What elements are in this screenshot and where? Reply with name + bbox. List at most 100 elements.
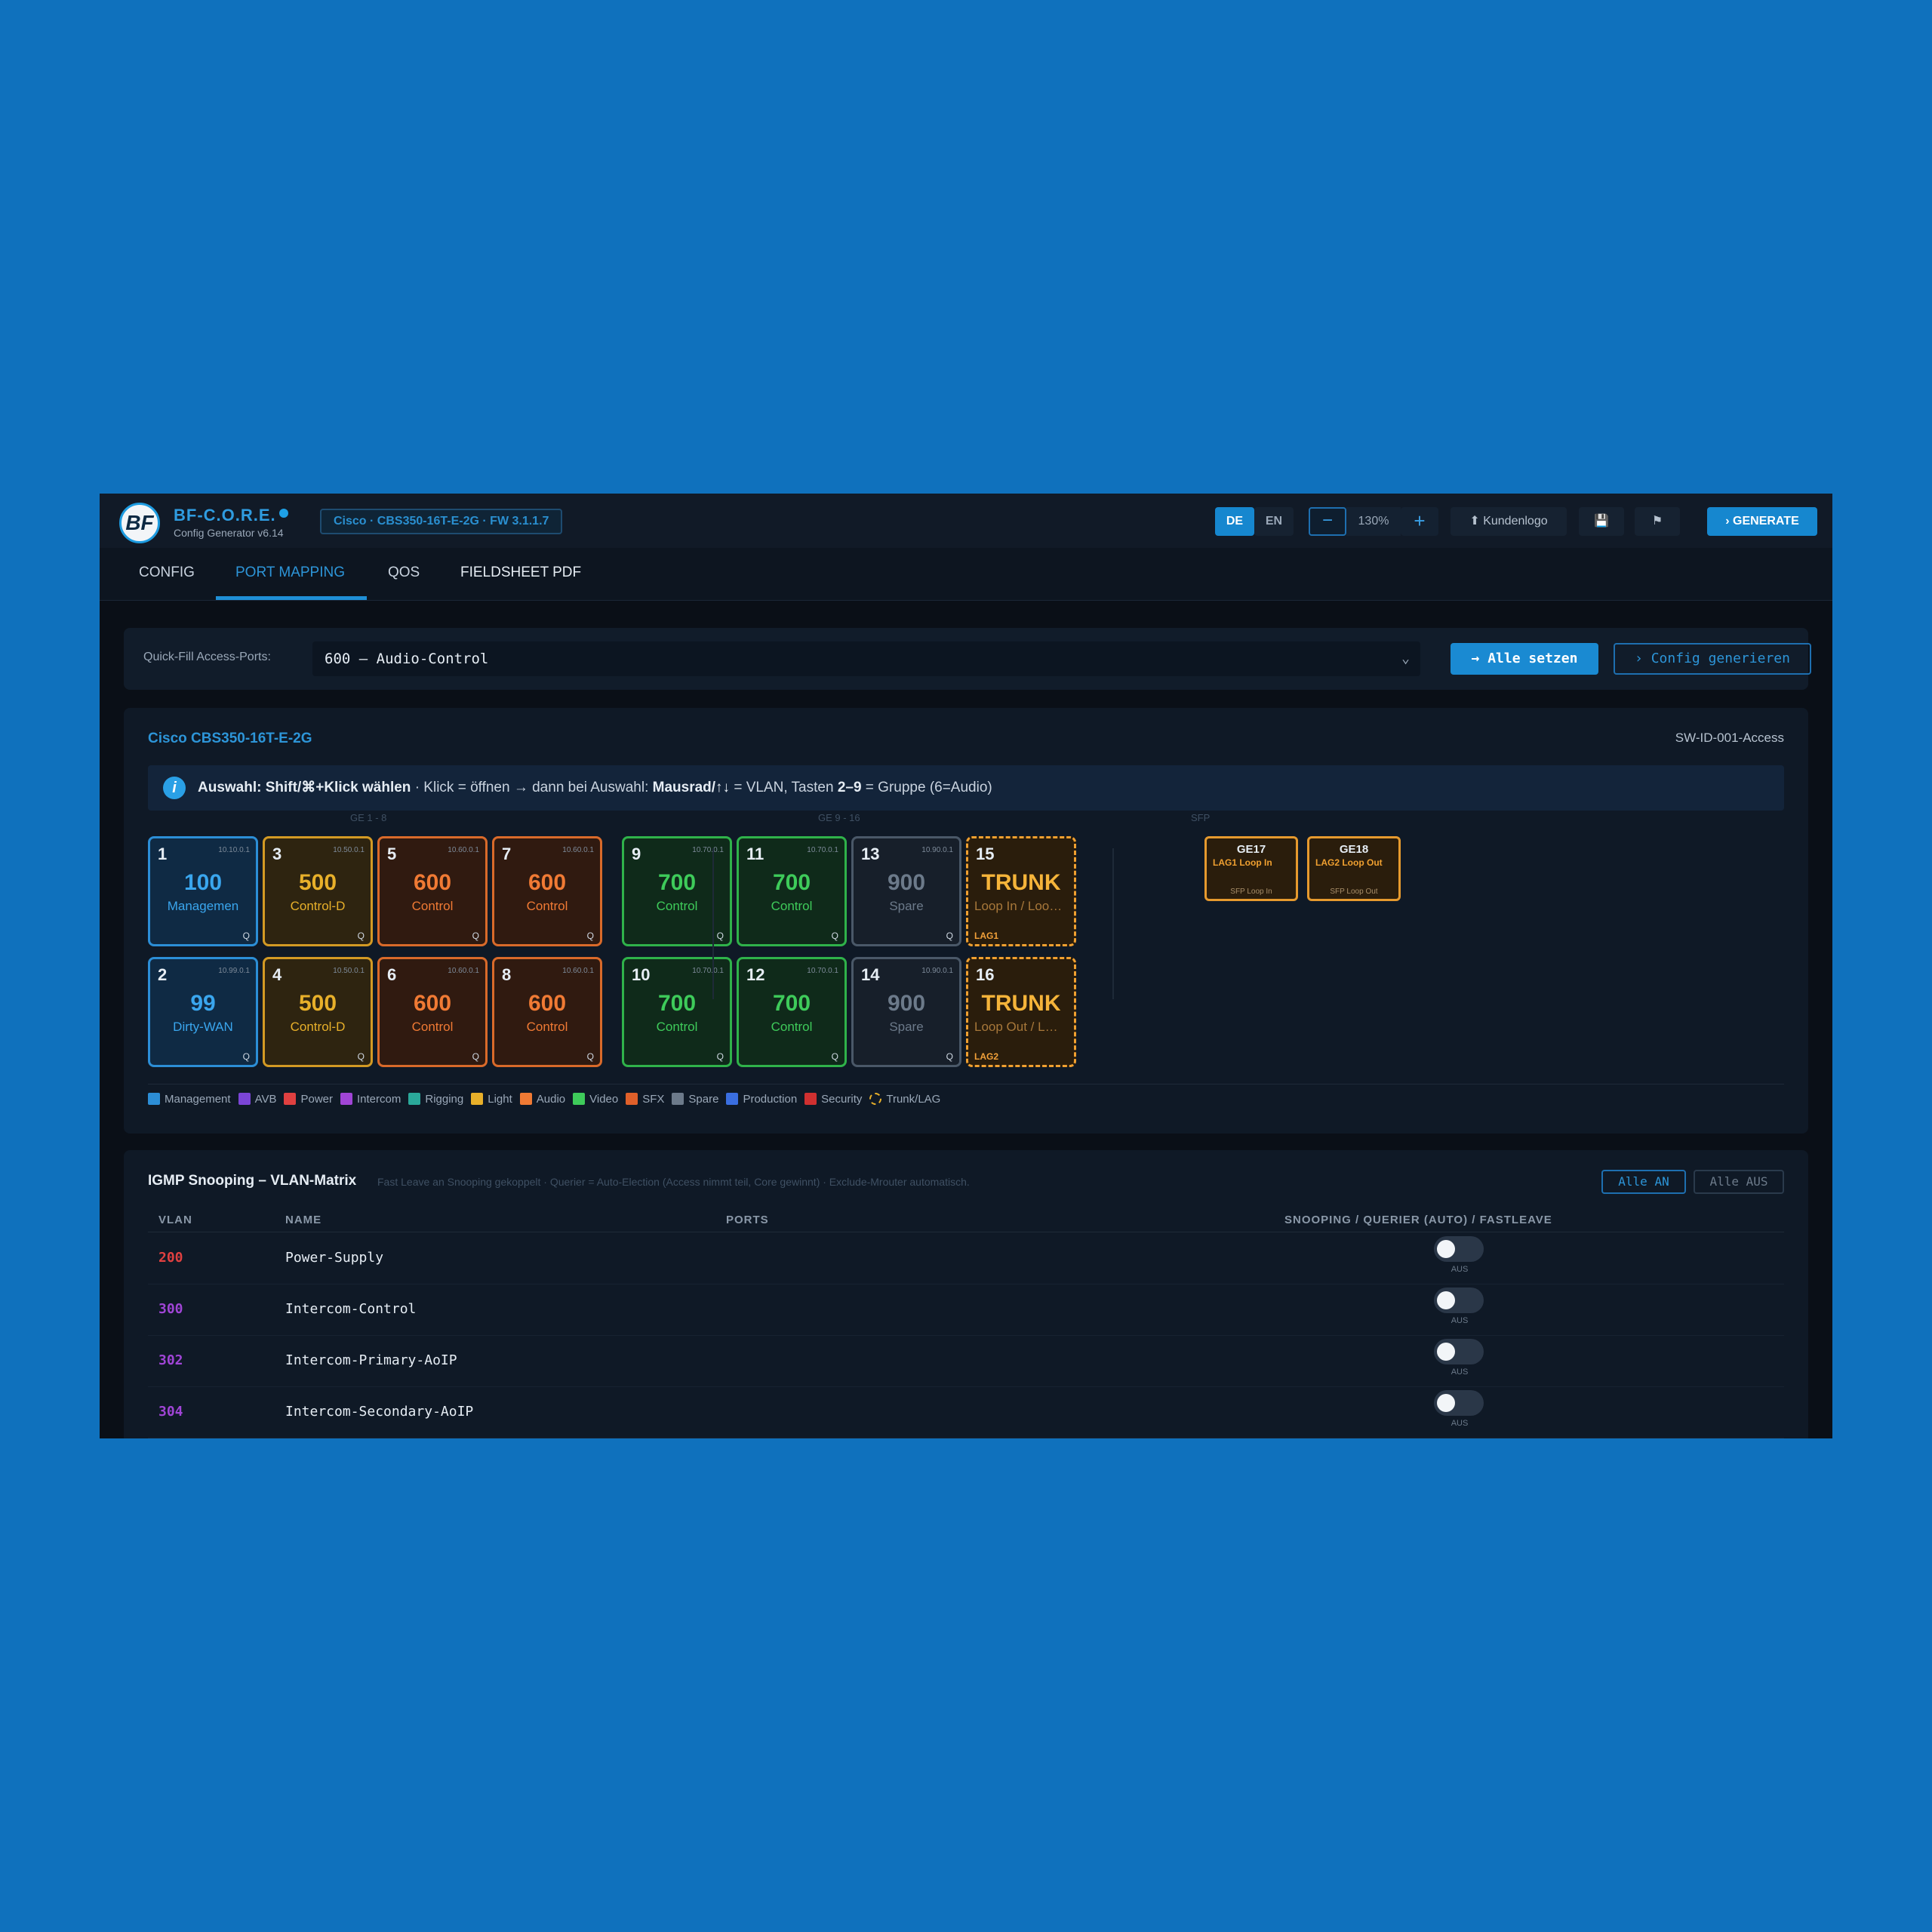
port-13[interactable]: 13 10.90.0.1 900 Spare Q	[851, 836, 961, 946]
port-vlan-name: Control	[656, 899, 698, 913]
port-16[interactable]: 16 TRUNK Loop Out / L… LAG2	[966, 957, 1076, 1067]
snooping-toggle[interactable]	[1434, 1390, 1484, 1416]
device-chip: Cisco · CBS350-16T-E-2G · FW 3.1.1.7	[320, 509, 563, 534]
qos-icon: Q	[472, 1051, 479, 1062]
port-ip: 10.99.0.1	[218, 967, 250, 975]
save-icon[interactable]: 💾	[1579, 507, 1624, 536]
igmp-title: IGMP Snooping – VLAN-Matrix	[148, 1173, 357, 1189]
table-row: 200 Power-Supply AUS	[148, 1233, 1784, 1284]
all-on-button[interactable]: Alle AN	[1601, 1170, 1686, 1194]
tab-bar: CONFIG PORT MAPPING QOS FIELDSHEET PDF	[100, 548, 1832, 601]
legend-item: AVB	[238, 1093, 276, 1106]
port-14[interactable]: 14 10.90.0.1 900 Spare Q	[851, 957, 961, 1067]
legend-swatch	[340, 1093, 352, 1105]
port-number: 6	[387, 965, 397, 984]
legend-swatch	[238, 1093, 251, 1105]
set-all-button[interactable]: → Alle setzen	[1451, 643, 1598, 675]
qos-icon: Q	[357, 1051, 365, 1062]
port-8[interactable]: 8 10.60.0.1 600 Control Q	[492, 957, 602, 1067]
qos-icon: Q	[716, 1051, 724, 1062]
tab-fieldsheet-pdf[interactable]: FIELDSHEET PDF	[460, 565, 581, 581]
legend-label: Intercom	[357, 1093, 401, 1106]
legend-label: SFX	[642, 1093, 665, 1106]
toggle-state-label: AUS	[1451, 1419, 1469, 1428]
qos-icon: Q	[586, 931, 594, 941]
chevron-down-icon: ⌄	[1401, 651, 1410, 666]
col-vlan: VLAN	[158, 1214, 192, 1226]
snooping-toggle[interactable]	[1434, 1236, 1484, 1262]
port-ip: 10.70.0.1	[692, 967, 724, 975]
legend-item: Trunk/LAG	[869, 1093, 940, 1106]
port-ip: 10.90.0.1	[921, 967, 953, 975]
brand-title: BF-C.O.R.E.	[174, 506, 288, 525]
hint-text-3: = Gruppe (6=Audio)	[861, 780, 992, 795]
legend-label: Video	[589, 1093, 619, 1106]
legend-item: Management	[148, 1093, 231, 1106]
vlan-name: Intercom-Primary-AoIP	[285, 1352, 457, 1368]
legend-item: Power	[284, 1093, 333, 1106]
legend-item: Spare	[672, 1093, 718, 1106]
hint-text-2: = VLAN, Tasten	[730, 780, 838, 795]
port-number: 2	[158, 965, 168, 984]
tab-config[interactable]: CONFIG	[139, 565, 195, 581]
port-vlan-name: Control	[526, 899, 568, 913]
port-vlan-name: Control	[771, 899, 813, 913]
port-vlan: 700	[657, 870, 697, 895]
snooping-toggle[interactable]	[1434, 1339, 1484, 1364]
port-vlan-name: Managemen	[167, 899, 239, 913]
port-ip: 10.50.0.1	[333, 846, 365, 854]
port-number: 13	[861, 844, 880, 863]
sfp-port-ge18[interactable]: GE18 LAG2 Loop Out SFP Loop Out	[1307, 836, 1401, 901]
port-number: 9	[632, 844, 641, 863]
port-9[interactable]: 9 10.70.0.1 700 Control Q	[622, 836, 732, 946]
hint-text-1: · Klick = öffnen → dann bei Auswahl:	[411, 780, 653, 795]
port-number: 12	[746, 965, 765, 984]
tab-port-mapping[interactable]: PORT MAPPING	[235, 565, 345, 581]
quickfill-select[interactable]: 600 – Audio-Control ⌄	[312, 641, 1420, 676]
generate-button[interactable]: › GENERATE	[1707, 507, 1817, 536]
port-5[interactable]: 5 10.60.0.1 600 Control Q	[377, 836, 488, 946]
port-11[interactable]: 11 10.70.0.1 700 Control Q	[737, 836, 847, 946]
lang-de-button[interactable]: DE	[1215, 507, 1254, 536]
port-vlan: 600	[413, 991, 452, 1016]
legend-swatch	[804, 1093, 817, 1105]
port-number: 14	[861, 965, 880, 984]
table-row: 304 Intercom-Secondary-AoIP AUS	[148, 1387, 1784, 1438]
port-vlan-name: Control	[771, 1020, 813, 1034]
switch-id: SW-ID-001-Access	[1675, 731, 1784, 745]
tab-qos[interactable]: QOS	[388, 565, 420, 581]
sfp-port-ge17[interactable]: GE17 LAG1 Loop In SFP Loop In	[1204, 836, 1298, 901]
zoom-out-button[interactable]: −	[1309, 507, 1346, 536]
sfp-title: GE17	[1236, 843, 1266, 856]
port-vlan: 600	[528, 870, 567, 895]
port-vlan: 600	[528, 991, 567, 1016]
sfp-sub: SFP Loop In	[1230, 888, 1272, 896]
snooping-toggle[interactable]	[1434, 1287, 1484, 1313]
port-12[interactable]: 12 10.70.0.1 700 Control Q	[737, 957, 847, 1067]
port-ip: 10.90.0.1	[921, 846, 953, 854]
hint-bold-3: 2–9	[837, 780, 862, 795]
port-vlan: TRUNK	[981, 870, 1061, 895]
port-3[interactable]: 3 10.50.0.1 500 Control-D Q	[263, 836, 373, 946]
col-snooping: SNOOPING / QUERIER (AUTO) / FASTLEAVE	[1284, 1214, 1552, 1226]
toggle-knob	[1437, 1291, 1455, 1309]
all-off-button[interactable]: Alle AUS	[1694, 1170, 1784, 1194]
port-4[interactable]: 4 10.50.0.1 500 Control-D Q	[263, 957, 373, 1067]
zoom-in-button[interactable]: +	[1401, 507, 1438, 536]
customer-logo-button[interactable]: ⬆ Kundenlogo	[1451, 507, 1567, 536]
vlan-id: 302	[158, 1352, 183, 1368]
legend-item: Production	[726, 1093, 797, 1106]
port-7[interactable]: 7 10.60.0.1 600 Control Q	[492, 836, 602, 946]
legend-item: Intercom	[340, 1093, 401, 1106]
app-window: BF BF-C.O.R.E. Config Generator v6.14 Ci…	[100, 494, 1832, 1438]
port-10[interactable]: 10 10.70.0.1 700 Control Q	[622, 957, 732, 1067]
top-bar: BF BF-C.O.R.E. Config Generator v6.14 Ci…	[100, 494, 1832, 548]
port-15[interactable]: 15 TRUNK Loop In / Loo… LAG1	[966, 836, 1076, 946]
port-number: 4	[272, 965, 282, 984]
generate-config-button[interactable]: › Config generieren	[1614, 643, 1811, 675]
port-1[interactable]: 1 10.10.0.1 100 Managemen Q	[148, 836, 258, 946]
port-6[interactable]: 6 10.60.0.1 600 Control Q	[377, 957, 488, 1067]
flag-icon[interactable]: ⚑	[1635, 507, 1680, 536]
port-2[interactable]: 2 10.99.0.1 99 Dirty-WAN Q	[148, 957, 258, 1067]
lang-en-button[interactable]: EN	[1254, 507, 1294, 536]
